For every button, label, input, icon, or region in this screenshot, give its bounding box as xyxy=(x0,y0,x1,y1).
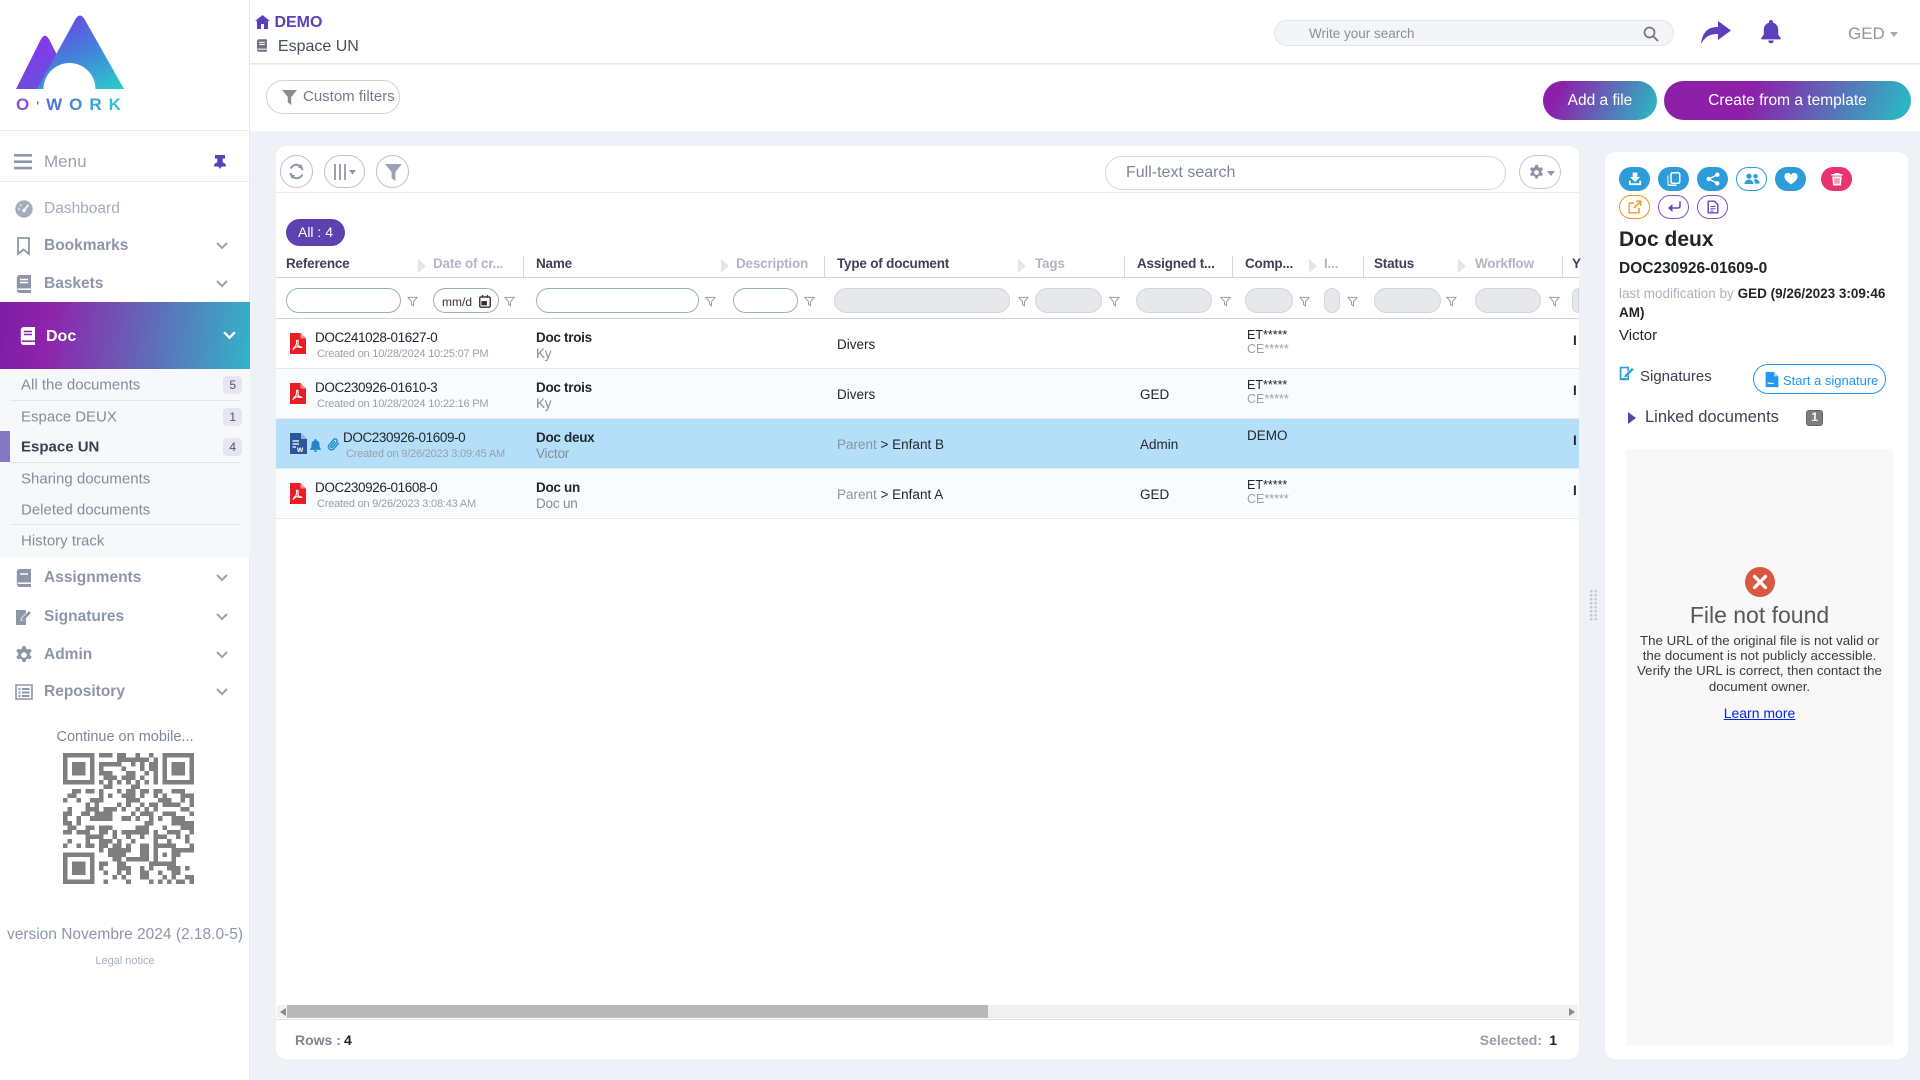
svg-text:w: w xyxy=(296,445,304,454)
